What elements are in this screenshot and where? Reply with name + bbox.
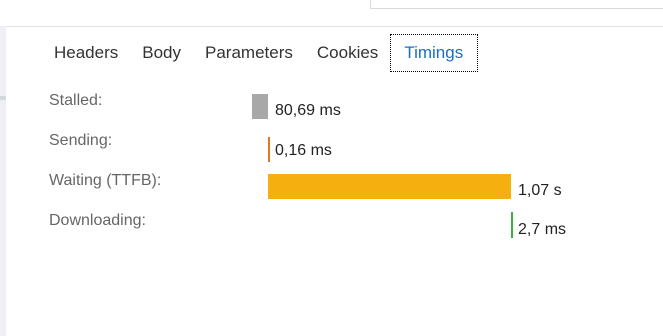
timing-value-stalled: 80,69 ms	[275, 102, 341, 119]
timing-row-stalled: Stalled: 80,69 ms	[49, 92, 649, 132]
splitter-line[interactable]	[370, 8, 663, 9]
timing-row-downloading: Downloading: 2,7 ms	[49, 212, 649, 252]
timing-value-waiting: 1,07 s	[518, 182, 562, 199]
tab-cookies[interactable]: Cookies	[311, 35, 384, 71]
network-request-details-panel: Headers Body Parameters Cookies Timings …	[0, 0, 663, 336]
timing-row-sending: Sending: 0,16 ms	[49, 132, 649, 172]
gutter-marker	[0, 96, 6, 100]
tab-parameters[interactable]: Parameters	[199, 35, 299, 71]
timing-bar-downloading	[511, 212, 513, 238]
timing-label-waiting: Waiting (TTFB):	[49, 172, 162, 189]
top-strip	[0, 0, 663, 26]
timing-label-sending: Sending:	[49, 132, 113, 149]
tab-timings[interactable]: Timings	[390, 34, 479, 72]
details-tab-bar: Headers Body Parameters Cookies Timings	[38, 34, 479, 72]
timing-bar-waiting	[268, 174, 511, 199]
timing-value-sending: 0,16 ms	[275, 142, 332, 159]
timing-label-downloading: Downloading:	[49, 212, 146, 229]
timing-value-downloading: 2,7 ms	[518, 221, 567, 238]
tab-headers[interactable]: Headers	[48, 35, 124, 71]
timing-bar-stalled	[252, 94, 268, 119]
tab-body[interactable]: Body	[136, 35, 187, 71]
panel-top-border	[6, 26, 663, 27]
timing-row-waiting: Waiting (TTFB): 1,07 s	[49, 172, 649, 212]
left-gutter	[0, 26, 6, 336]
timing-label-stalled: Stalled:	[49, 92, 103, 109]
timings-list: Stalled: 80,69 ms Sending: 0,16 ms Waiti…	[49, 92, 649, 252]
timing-bar-sending	[268, 137, 270, 162]
